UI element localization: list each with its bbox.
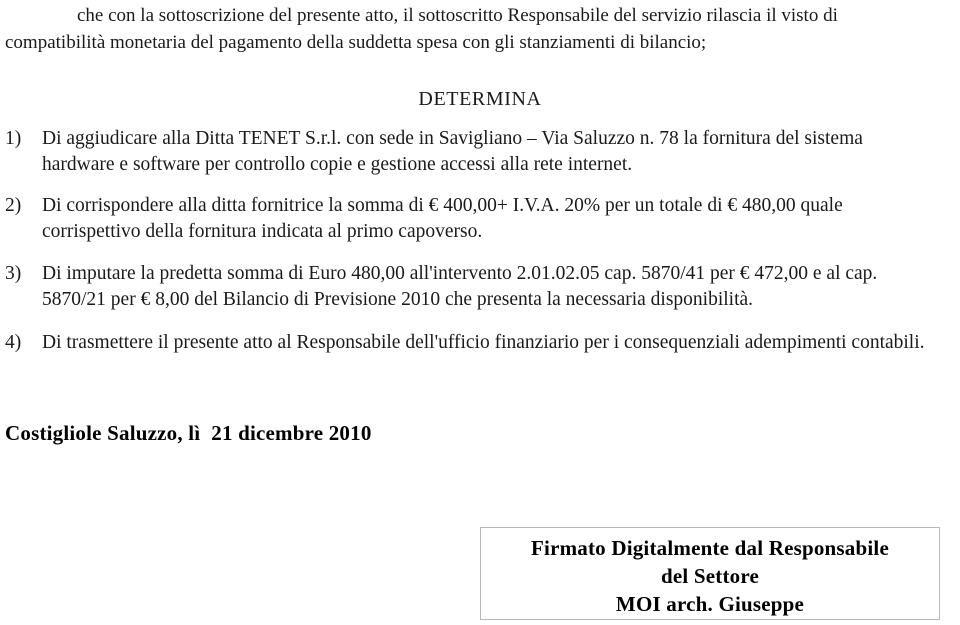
list-item: 2) Di corrispondere alla ditta fornitric…	[0, 193, 952, 245]
list-item-body: Di trasmettere il presente atto al Respo…	[42, 330, 951, 356]
signature-line-1: Firmato Digitalmente dal Responsabile	[531, 536, 889, 560]
list-item-line-1: Di trasmettere il presente atto al Respo…	[42, 332, 925, 353]
list-item: 3) Di imputare la predetta somma di Euro…	[0, 261, 952, 313]
list-item-line-1: Di aggiudicare alla Ditta TENET S.r.l. c…	[42, 128, 863, 149]
intro-line-1: che con la sottoscrizione del presente a…	[77, 5, 838, 26]
list-item-line-2: hardware e software per controllo copie …	[42, 154, 633, 175]
list-item-line-2: corrispettivo della fornitura indicata a…	[42, 221, 483, 242]
determina-heading: DETERMINA	[418, 88, 542, 110]
list-item-line-1: Di corrispondere alla ditta fornitrice l…	[42, 195, 843, 216]
list-item-line-1: Di imputare la predetta somma di Euro 48…	[42, 263, 878, 284]
list-item-marker: 1)	[5, 128, 22, 149]
list-item-line-2: 5870/21 per € 8,00 del Bilancio di Previ…	[42, 289, 754, 310]
list-item-marker: 2)	[5, 195, 22, 216]
provisions-list: 1) Di aggiudicare alla Ditta TENET S.r.l…	[0, 126, 960, 356]
list-item-marker: 3)	[5, 263, 22, 284]
signature-line-3: MOI arch. Giuseppe	[615, 592, 805, 616]
list-item-body: Di corrispondere alla ditta fornitrice l…	[42, 193, 951, 245]
intro-line-2: compatibilità monetaria del pagamento de…	[5, 32, 707, 53]
list-item-body: Di aggiudicare alla Ditta TENET S.r.l. c…	[42, 126, 951, 178]
list-item-marker: 4)	[5, 332, 22, 353]
signature-line-2: del Settore	[660, 564, 760, 588]
place-and-date: Costigliole Saluzzo, lì 21 dicembre 2010	[5, 421, 372, 445]
list-item-body: Di imputare la predetta somma di Euro 48…	[42, 261, 951, 313]
list-item: 4) Di trasmettere il presente atto al Re…	[0, 330, 952, 356]
intro-paragraph: che con la sottoscrizione del presente a…	[5, 2, 955, 56]
list-item: 1) Di aggiudicare alla Ditta TENET S.r.l…	[0, 126, 952, 178]
document-page: che con la sottoscrizione del presente a…	[0, 0, 960, 625]
digital-signature-box: Firmato Digitalmente dal Responsabile de…	[480, 527, 940, 620]
